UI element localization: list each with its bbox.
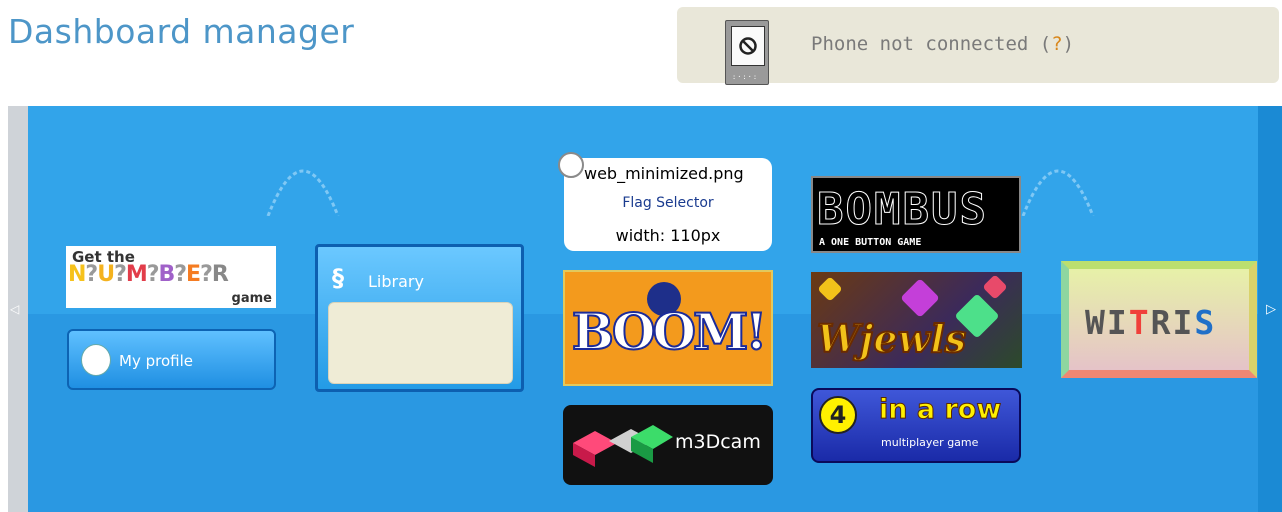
library-widget[interactable]: § Library: [315, 244, 524, 392]
jewels-logo: Wjewls: [816, 315, 967, 362]
gem-icon: [817, 276, 843, 302]
witris-logo: WITRIS: [1085, 303, 1217, 342]
tooltip-widget-width: width: 110px: [615, 226, 721, 245]
decorative-arch-icon: [266, 169, 340, 216]
numbers-tile-game-label: game: [231, 291, 272, 306]
numbers-game-tile[interactable]: Get the N?U?M?B?E?R game: [66, 246, 276, 308]
m3dcam-label: m3Dcam: [675, 431, 761, 453]
boom-logo: BOOM!: [571, 301, 769, 362]
gem-icon: [982, 274, 1008, 300]
four-in-a-row-title: in a row: [878, 394, 1002, 426]
jewels-game-tile[interactable]: Wjewls: [811, 272, 1022, 368]
gem-icon: [900, 278, 940, 318]
my-profile-label: My profile: [119, 352, 193, 370]
scroll-right-arrow-icon[interactable]: ▷: [1266, 302, 1276, 317]
s-logo-icon: §: [332, 264, 344, 292]
four-in-a-row-tile[interactable]: 4 in a row multiplayer game: [811, 388, 1021, 463]
bombus-subtitle: A ONE BUTTON GAME: [819, 237, 922, 248]
phone-status-panel: :·:·: Phone not connected (?): [677, 7, 1279, 85]
m3dcam-tile[interactable]: m3Dcam: [563, 405, 773, 485]
witris-game-tile[interactable]: WITRIS: [1061, 261, 1257, 378]
four-in-a-row-subtitle: multiplayer game: [881, 436, 979, 449]
library-content-area: [328, 302, 513, 384]
phone-help-link[interactable]: ?: [1051, 33, 1062, 55]
widget-tooltip: web_minimized.png Flag Selector width: 1…: [558, 152, 772, 251]
boom-game-tile[interactable]: BOOM!: [563, 270, 773, 386]
baby-face-icon: [81, 344, 111, 376]
numbers-tile-logo: N?U?M?B?E?R: [68, 262, 229, 287]
my-profile-button[interactable]: My profile: [67, 329, 276, 390]
four-badge-icon: 4: [819, 396, 857, 434]
bombus-title: BOMBUS: [817, 184, 988, 236]
tooltip-pin-icon: [558, 152, 584, 178]
tooltip-widget-name: Flag Selector: [622, 195, 714, 211]
m3dcam-cube-icon: [573, 425, 673, 467]
phone-status-text: Phone not connected (?): [811, 33, 1075, 55]
scroll-left-arrow-icon[interactable]: ◁: [10, 302, 19, 316]
decorative-arch-icon: [1021, 169, 1095, 216]
phone-disconnected-icon: :·:·:: [725, 20, 769, 85]
tooltip-filename: web_minimized.png: [584, 164, 744, 183]
page-title: Dashboard manager: [8, 12, 355, 51]
library-label: Library: [368, 272, 424, 291]
bombus-game-tile[interactable]: BOMBUS A ONE BUTTON GAME: [811, 176, 1021, 253]
